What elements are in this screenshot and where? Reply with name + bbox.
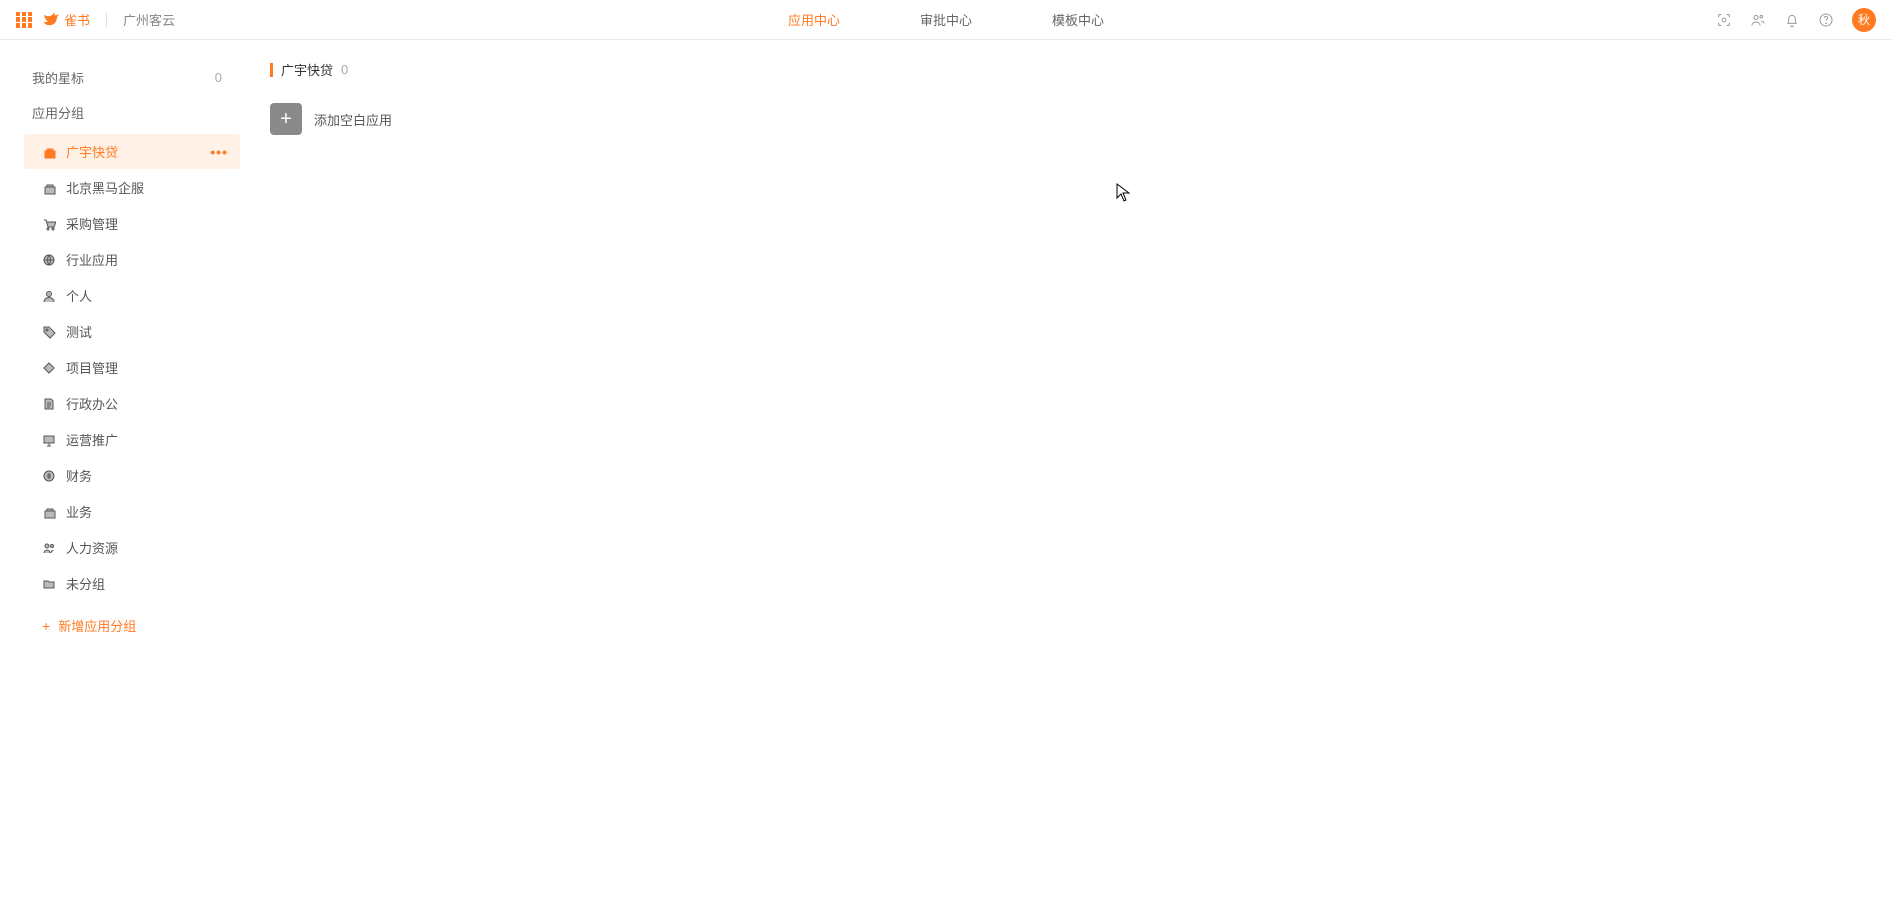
- bell-icon[interactable]: [1784, 12, 1800, 28]
- sidebar-item[interactable]: 采购管理: [24, 206, 240, 241]
- sidebar-item-label: 人力资源: [66, 538, 228, 557]
- cart-icon: [42, 217, 56, 231]
- sidebar-item[interactable]: 行业应用: [24, 242, 240, 277]
- sidebar-item-label: 测试: [66, 322, 228, 341]
- briefcase-icon: [42, 505, 56, 519]
- main-count: 0: [341, 62, 348, 77]
- add-group-label: 新增应用分组: [58, 616, 136, 635]
- bird-icon: [42, 11, 60, 29]
- sidebar-item-label: 行政办公: [66, 394, 228, 413]
- header-right: 秋: [1716, 8, 1876, 32]
- add-group-button[interactable]: + 新增应用分组: [24, 602, 240, 649]
- contacts-icon[interactable]: [1750, 12, 1766, 28]
- main: 广宇快贷 0 + 添加空白应用: [240, 60, 1892, 649]
- sidebar-item-label: 北京黑马企服: [66, 178, 228, 197]
- sidebar-item-label: 采购管理: [66, 214, 228, 233]
- briefcase-icon: [42, 145, 56, 159]
- sidebar-item-label: 项目管理: [66, 358, 228, 377]
- sidebar-item[interactable]: 财务: [24, 458, 240, 493]
- divider: [106, 13, 107, 27]
- brand-logo[interactable]: 雀书: [42, 10, 90, 29]
- header: 雀书 广州客云 应用中心 审批中心 模板中心 秋: [0, 0, 1892, 40]
- more-icon[interactable]: •••: [210, 145, 228, 159]
- body: 我的星标 0 应用分组 广宇快贷•••北京黑马企服采购管理行业应用个人测试项目管…: [0, 40, 1892, 649]
- nav-template-center[interactable]: 模板中心: [1052, 0, 1104, 39]
- sidebar-item[interactable]: 运营推广: [24, 422, 240, 457]
- coin-icon: [42, 469, 56, 483]
- screen-icon: [42, 433, 56, 447]
- sidebar-item[interactable]: 行政办公: [24, 386, 240, 421]
- doc-icon: [42, 397, 56, 411]
- diamond-icon: [42, 361, 56, 375]
- starred-label: 我的星标: [32, 68, 84, 87]
- org-name: 广州客云: [123, 10, 175, 29]
- plus-square-icon: +: [270, 103, 302, 135]
- help-icon[interactable]: [1818, 12, 1834, 28]
- main-title: 广宇快贷: [281, 60, 333, 79]
- header-nav: 应用中心 审批中心 模板中心: [788, 0, 1104, 39]
- sidebar-item[interactable]: 北京黑马企服: [24, 170, 240, 205]
- sidebar-item[interactable]: 项目管理: [24, 350, 240, 385]
- add-app-label: 添加空白应用: [314, 110, 392, 129]
- sidebar-item[interactable]: 广宇快贷•••: [24, 134, 240, 169]
- sidebar-item[interactable]: 个人: [24, 278, 240, 313]
- sidebar-item-label: 财务: [66, 466, 228, 485]
- globe-icon: [42, 253, 56, 267]
- people-icon: [42, 541, 56, 555]
- main-title-row: 广宇快贷 0: [270, 60, 1862, 79]
- apps-grid-icon[interactable]: [16, 12, 32, 28]
- folder-icon: [42, 577, 56, 591]
- tag-icon: [42, 325, 56, 339]
- title-accent-bar: [270, 63, 273, 77]
- nav-approval-center[interactable]: 审批中心: [920, 0, 972, 39]
- sidebar-item[interactable]: 人力资源: [24, 530, 240, 565]
- sidebar-item-label: 未分组: [66, 574, 228, 593]
- avatar-text: 秋: [1858, 11, 1870, 28]
- starred-count: 0: [215, 70, 222, 85]
- sidebar-item-label: 行业应用: [66, 250, 228, 269]
- avatar[interactable]: 秋: [1852, 8, 1876, 32]
- scan-icon[interactable]: [1716, 12, 1732, 28]
- sidebar-starred[interactable]: 我的星标 0: [24, 60, 240, 95]
- briefcase-icon: [42, 181, 56, 195]
- sidebar-group-header: 应用分组: [24, 95, 240, 130]
- sidebar-list: 广宇快贷••• 北京黑马企服采购管理行业应用个人测试项目管理行政办公运营推广财务业…: [24, 134, 240, 601]
- brand-name: 雀书: [64, 10, 90, 29]
- nav-app-center[interactable]: 应用中心: [788, 0, 840, 39]
- sidebar-item-label: 广宇快贷: [66, 142, 210, 161]
- add-blank-app-button[interactable]: + 添加空白应用: [270, 103, 392, 135]
- user-icon: [42, 289, 56, 303]
- sidebar-item-label: 个人: [66, 286, 228, 305]
- sidebar: 我的星标 0 应用分组 广宇快贷••• 北京黑马企服采购管理行业应用个人测试项目管…: [0, 60, 240, 649]
- sidebar-item-label: 运营推广: [66, 430, 228, 449]
- sidebar-item[interactable]: 业务: [24, 494, 240, 529]
- sidebar-item[interactable]: 测试: [24, 314, 240, 349]
- sidebar-item[interactable]: 未分组: [24, 566, 240, 601]
- sidebar-item-label: 业务: [66, 502, 228, 521]
- plus-icon: +: [42, 618, 50, 634]
- header-left: 雀书 广州客云: [16, 10, 175, 29]
